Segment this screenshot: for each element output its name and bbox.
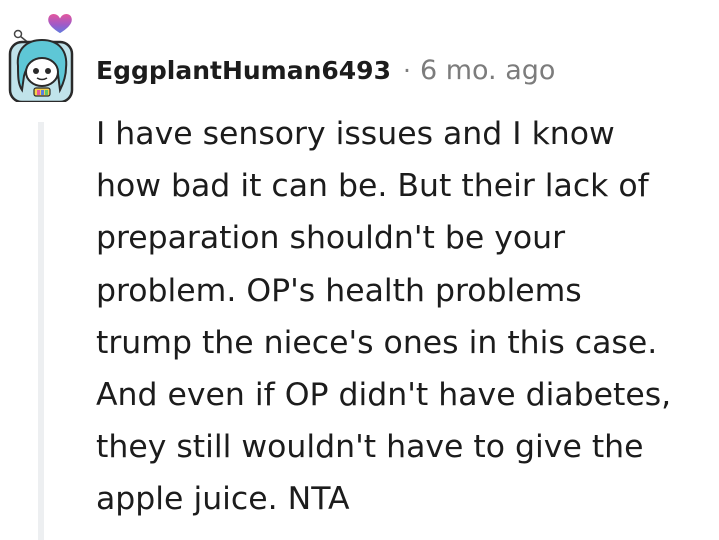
heart-icon <box>46 12 74 35</box>
comment-text-line: problem. OP's health problems <box>96 272 582 309</box>
comment-text-line: I have sensory issues and I know <box>96 116 615 152</box>
comment-text-line: preparation shouldn't be your <box>96 220 566 257</box>
comment-text-line: apple juice. NTA <box>96 481 350 518</box>
comment-text-line: trump the niece's ones in this case. <box>96 324 658 361</box>
comment: EggplantHuman6493 · 6 mo. ago I have sen… <box>0 0 719 540</box>
comment-header: EggplantHuman6493 · 6 mo. ago <box>96 50 555 90</box>
username[interactable]: EggplantHuman6493 <box>96 56 391 85</box>
avatar[interactable] <box>6 4 76 102</box>
comment-body: I have sensory issues and I know how bad… <box>96 108 716 526</box>
thread-line[interactable] <box>38 122 44 540</box>
meta-separator: · <box>402 55 411 85</box>
comment-text-line: they still wouldn't have to give the <box>96 429 644 466</box>
comment-text-line: how bad it can be. But their lack of <box>96 168 649 205</box>
comment-text-line: And even if OP didn't have diabetes, <box>96 377 672 414</box>
timestamp[interactable]: 6 mo. ago <box>420 55 555 86</box>
